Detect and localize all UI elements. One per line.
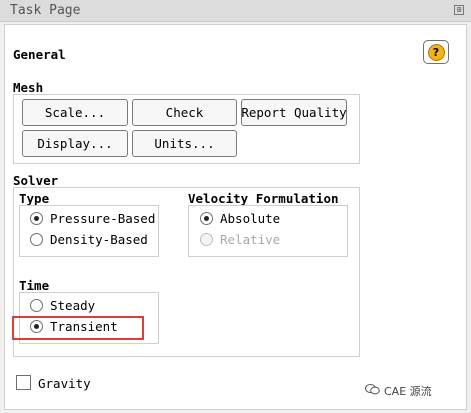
steady-label: Steady	[50, 298, 96, 313]
absolute-radio[interactable]	[200, 212, 213, 225]
time-label: Time	[19, 278, 50, 293]
type-label: Type	[19, 191, 50, 206]
absolute-label: Absolute	[220, 211, 281, 226]
relative-label: Relative	[220, 232, 281, 247]
report-quality-button[interactable]: Report Quality	[241, 99, 347, 126]
pressure-based-label: Pressure-Based	[50, 211, 156, 226]
gravity-label: Gravity	[38, 376, 91, 391]
title-bar: Task Page ⊞	[0, 0, 471, 22]
steady-radio[interactable]	[30, 299, 43, 312]
density-based-label: Density-Based	[50, 232, 148, 247]
watermark-text: CAE 源流	[384, 385, 432, 398]
pin-icon[interactable]: ⊞	[454, 5, 464, 15]
gravity-checkbox[interactable]	[16, 375, 31, 390]
pressure-based-radio[interactable]	[30, 212, 43, 225]
scale-button[interactable]: Scale...	[22, 99, 128, 126]
wechat-icon	[365, 384, 380, 395]
general-heading: General	[13, 47, 66, 62]
mesh-label: Mesh	[13, 80, 44, 95]
display-button[interactable]: Display...	[22, 130, 128, 157]
help-button[interactable]: ?	[423, 40, 449, 64]
transient-highlight-box	[12, 316, 144, 340]
window-title: Task Page	[10, 3, 81, 18]
relative-radio[interactable]	[200, 233, 213, 246]
units-button[interactable]: Units...	[132, 130, 237, 157]
density-based-radio[interactable]	[30, 233, 43, 246]
velocity-formulation-label: Velocity Formulation	[188, 191, 339, 206]
solver-label: Solver	[13, 173, 59, 188]
question-mark-icon: ?	[427, 43, 445, 61]
check-button[interactable]: Check	[132, 99, 237, 126]
